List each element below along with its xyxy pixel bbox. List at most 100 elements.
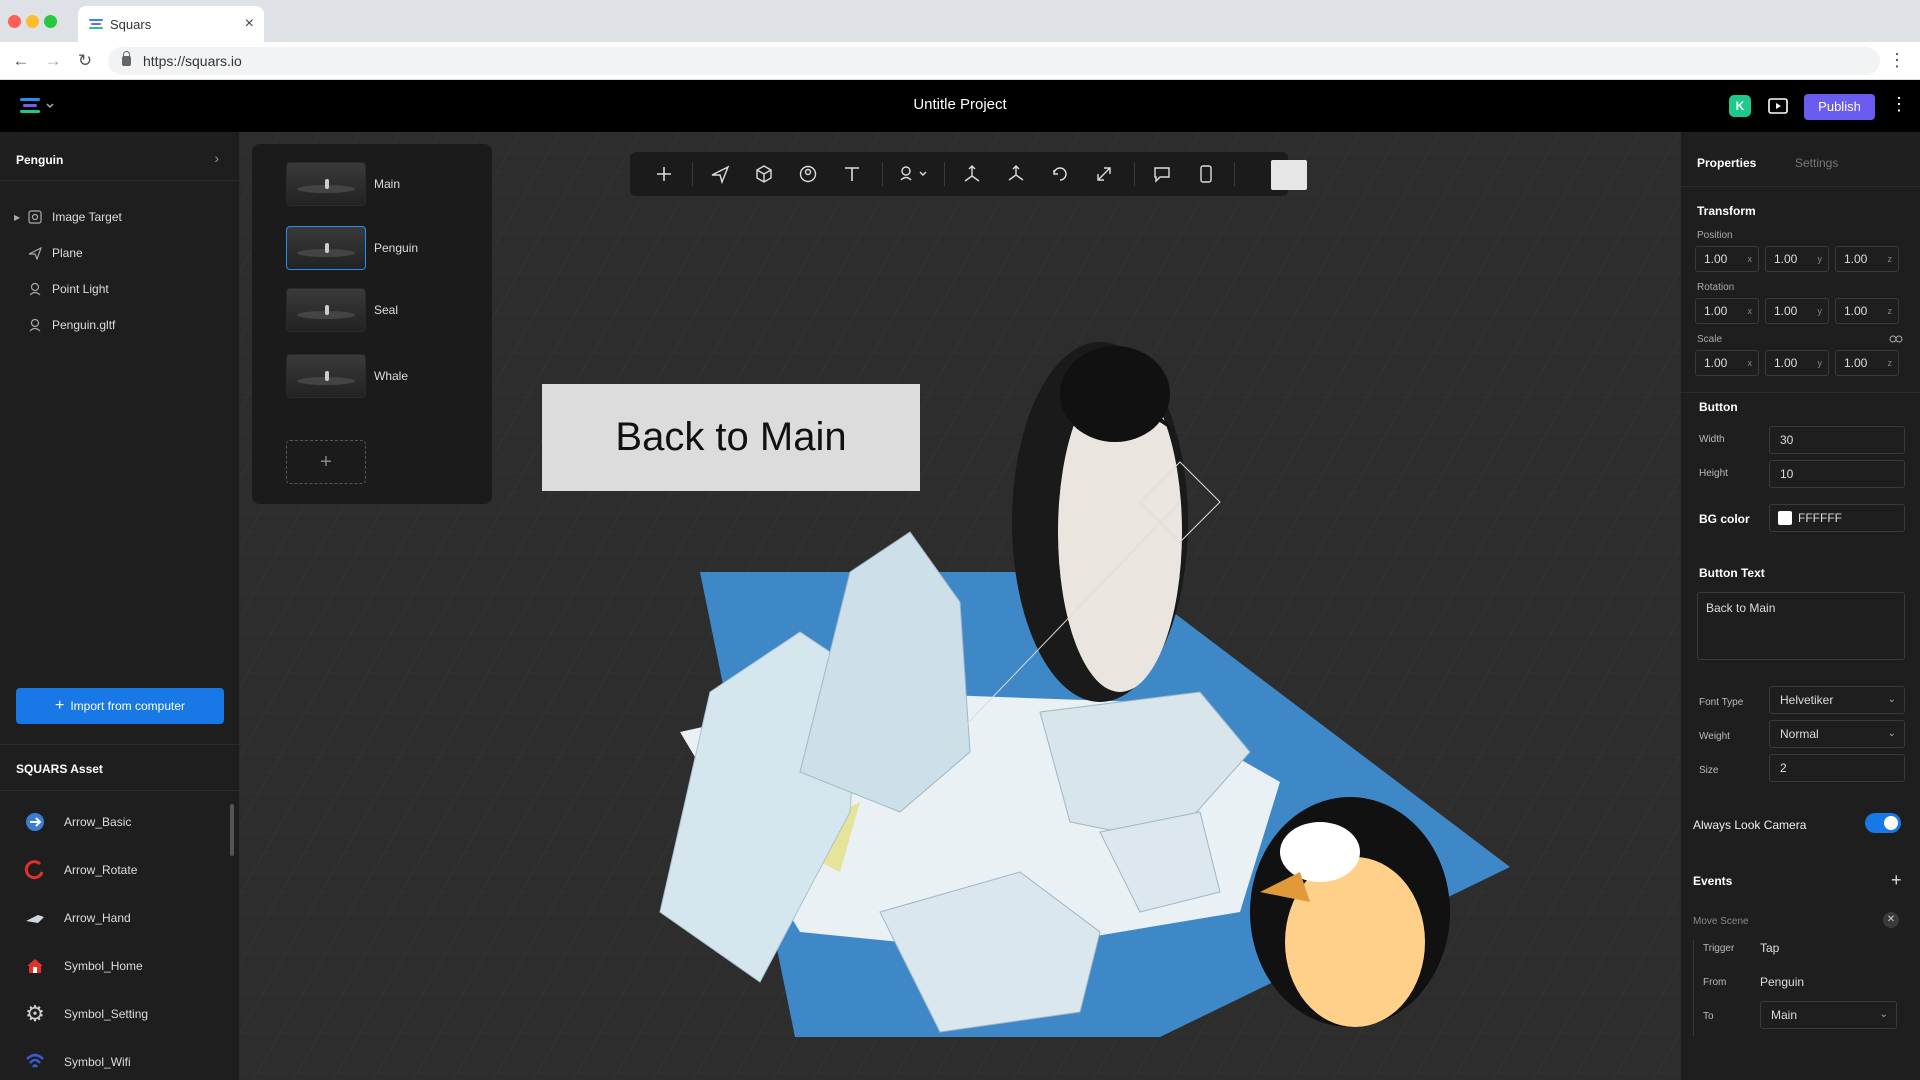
browser-tab[interactable]: Squars × [78,6,264,42]
font-type-select[interactable]: Helvetiker ⌄ [1769,686,1905,714]
tree-item-image-target[interactable]: ▶ Image Target [0,202,240,232]
tree-item-point-light[interactable]: Point Light [0,274,240,304]
asset-item-symbol-wifi[interactable]: Symbol_Wifi [0,1042,240,1080]
chevron-right-icon[interactable]: › [214,150,219,166]
light-tool-dropdown-icon[interactable] [898,164,932,184]
asset-item-symbol-home[interactable]: Symbol_Home [0,946,240,986]
gear-icon: ⚙ [25,1001,45,1026]
toolbar-separator [1234,162,1235,186]
bg-color-input[interactable]: FFFFFF [1769,504,1905,532]
import-from-computer-button[interactable]: + Import from computer [16,688,224,724]
size-input[interactable]: 2 [1769,754,1905,782]
tab-properties[interactable]: Properties [1697,156,1756,170]
scene-button-back-to-main[interactable]: Back to Main [542,384,920,491]
scale-z-field[interactable]: 1.00 z [1835,350,1899,376]
tab-close-icon[interactable]: × [245,15,254,33]
scene-item-whale[interactable]: Whale [286,354,486,398]
properties-panel: Properties Settings Transform Position 1… [1680,132,1920,1080]
light-icon [29,282,41,296]
bg-color-swatch [1778,511,1792,525]
asset-item-arrow-basic[interactable]: Arrow_Basic [0,802,240,842]
reload-icon[interactable]: ↻ [74,50,96,72]
publish-button[interactable]: Publish [1804,94,1875,120]
height-input[interactable]: 10 [1769,460,1905,488]
to-select[interactable]: Main ⌄ [1760,1001,1897,1029]
weight-value: Normal [1780,727,1819,741]
url-bar[interactable]: https://squars.io [108,47,1880,75]
scene-item-seal[interactable]: Seal [286,288,486,332]
user-avatar[interactable]: K [1729,95,1751,117]
asset-item-arrow-hand[interactable]: Arrow_Hand [0,898,240,938]
browser-menu-icon[interactable]: ⋮ [1888,50,1906,71]
device-tool-icon[interactable] [1196,164,1216,184]
preview-play-icon[interactable] [1767,95,1789,117]
project-title[interactable]: Untitle Project [0,96,1920,113]
asset-item-arrow-rotate[interactable]: Arrow_Rotate [0,850,240,890]
width-input[interactable]: 30 [1769,426,1905,454]
trigger-value[interactable]: Tap [1760,941,1779,955]
target-tool-icon[interactable] [798,164,818,184]
position-y-field[interactable]: 1.00 y [1765,246,1829,272]
tab-settings[interactable]: Settings [1795,156,1838,170]
axis-tool-icon[interactable] [1006,164,1026,184]
url-text: https://squars.io [143,53,242,69]
link-icon[interactable] [1889,334,1903,344]
scene-item-penguin[interactable]: Penguin [286,226,486,270]
toolbar-separator [944,162,945,186]
scene-thumbnail [286,162,366,206]
text-tool-icon[interactable] [842,164,862,184]
home-icon [22,953,48,979]
position-x-value: 1.00 [1704,252,1728,266]
always-look-camera-toggle[interactable] [1865,813,1901,833]
move-tool-icon[interactable] [962,164,982,184]
position-z-field[interactable]: 1.00 z [1835,246,1899,272]
cube-tool-icon[interactable] [754,164,774,184]
close-window-dot[interactable] [8,15,21,28]
asset-item-symbol-setting[interactable]: ⚙ Symbol_Setting [0,994,240,1034]
position-z-value: 1.00 [1844,252,1868,266]
comment-tool-icon[interactable] [1152,164,1172,184]
forward-icon[interactable]: → [42,50,64,72]
plane-tool-icon[interactable] [710,164,730,184]
from-label: From [1703,977,1727,988]
tree-item-penguin-gltf[interactable]: Penguin.gltf [0,310,240,340]
maximize-window-dot[interactable] [44,15,57,28]
bg-color-label: BG color [1699,512,1750,526]
remove-event-icon[interactable]: ✕ [1883,912,1899,928]
add-icon[interactable] [654,164,674,184]
scale-x-field[interactable]: 1.00 x [1695,350,1759,376]
font-type-value: Helvetiker [1780,693,1834,707]
rotation-y-field[interactable]: 1.00 y [1765,298,1829,324]
position-x-field[interactable]: 1.00 x [1695,246,1759,272]
tree-item-label: Point Light [52,282,109,296]
button-text-input[interactable]: Back to Main [1697,592,1905,660]
axis-label: x [1747,306,1753,316]
tree-item-label: Plane [52,246,83,260]
app-menu-icon[interactable]: ⋮ [1890,94,1908,115]
scale-tool-icon[interactable] [1094,164,1114,184]
rotate-tool-icon[interactable] [1050,164,1070,184]
tree-item-plane[interactable]: Plane [0,238,240,268]
weight-select[interactable]: Normal ⌄ [1769,720,1905,748]
add-event-icon[interactable]: + [1891,870,1902,891]
rotation-z-field[interactable]: 1.00 z [1835,298,1899,324]
from-value[interactable]: Penguin [1760,975,1804,989]
rotation-x-field[interactable]: 1.00 x [1695,298,1759,324]
background-color-swatch[interactable] [1271,160,1307,190]
minimize-window-dot[interactable] [26,15,39,28]
divider [0,180,240,181]
viewport-toolbar [630,152,1307,196]
add-scene-button[interactable]: + [286,440,366,484]
scale-y-field[interactable]: 1.00 y [1765,350,1829,376]
expand-arrow-icon[interactable]: ▶ [14,213,28,222]
3d-viewport[interactable]: Main Penguin Seal Whale + Back to Main [240,132,1680,1080]
scene-item-main[interactable]: Main [286,162,486,206]
scale-label: Scale [1697,334,1723,345]
back-icon[interactable]: ← [10,50,32,72]
chevron-down-icon: ⌄ [1887,728,1896,739]
asset-scrollbar[interactable] [230,804,234,856]
rotation-y-value: 1.00 [1774,304,1798,318]
tab-title: Squars [110,16,152,32]
chevron-down-icon: ⌄ [1879,1009,1888,1020]
to-label: To [1703,1011,1714,1022]
